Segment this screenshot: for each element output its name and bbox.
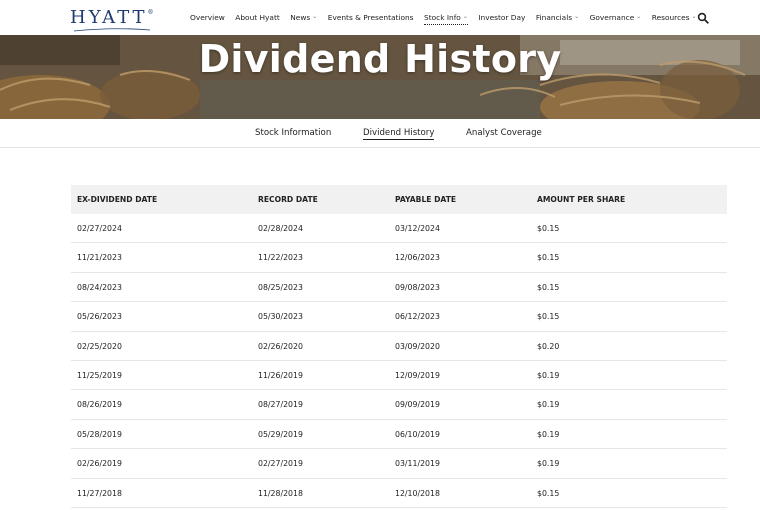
search-icon[interactable] xyxy=(697,12,709,24)
chevron-down-icon: ⌄ xyxy=(462,13,468,20)
record-date-cell: 02/26/2020 xyxy=(258,341,303,351)
nav-item-about-hyatt[interactable]: About Hyatt xyxy=(235,0,279,35)
chevron-down-icon: ⌄ xyxy=(636,13,642,20)
record-date-cell: 05/29/2019 xyxy=(258,429,303,439)
ex-dividend-date-cell: 08/24/2023 xyxy=(77,282,122,292)
nav-item-events-presentations[interactable]: Events & Presentations xyxy=(328,0,414,35)
payable-date-cell: 06/10/2019 xyxy=(395,429,440,439)
nav-item-governance[interactable]: Governance ⌄ xyxy=(590,0,642,35)
ex-dividend-date-cell: 08/26/2019 xyxy=(77,400,122,410)
table-row: 02/25/2020 02/26/2020 03/09/2020 $0.20 xyxy=(71,332,727,361)
payable-date-cell: 03/12/2024 xyxy=(395,224,440,233)
ex-dividend-date-cell: 11/25/2019 xyxy=(77,370,122,380)
site-header: HYATT® Overview About Hyatt News ⌄ Events & … xyxy=(0,0,760,35)
ex-dividend-date-cell: 11/27/2018 xyxy=(77,488,122,498)
nav-item-stock-info[interactable]: Stock Info ⌄ xyxy=(424,0,468,35)
ex-dividend-date-cell: 02/27/2024 xyxy=(77,224,122,233)
amount-per-share-cell: $0.19 xyxy=(537,370,560,380)
ex-dividend-date-cell: 05/28/2019 xyxy=(77,429,122,439)
amount-per-share-cell: $0.19 xyxy=(537,459,560,469)
page-title: Dividend History xyxy=(198,37,562,81)
record-date-cell: 08/27/2019 xyxy=(258,400,303,410)
logo-swoosh-icon xyxy=(73,28,151,32)
nav-item-news[interactable]: News ⌄ xyxy=(290,0,317,35)
payable-date-cell: 12/10/2018 xyxy=(395,488,440,498)
ex-dividend-date-cell: 11/21/2023 xyxy=(77,253,122,263)
amount-per-share-cell: $0.15 xyxy=(537,488,560,498)
record-date-cell: 11/28/2018 xyxy=(258,488,303,498)
chevron-down-icon: ⌄ xyxy=(691,13,697,20)
nav-item-label: Governance xyxy=(589,13,635,22)
nav-item-label: About Hyatt xyxy=(235,13,280,22)
table-row: 08/26/2019 08/27/2019 09/09/2019 $0.19 xyxy=(71,390,727,420)
amount-per-share-cell: $0.19 xyxy=(537,400,560,410)
dividend-table: EX-DIVIDEND DATE RECORD DATE PAYABLE DAT… xyxy=(71,185,727,508)
payable-date-cell: 12/09/2019 xyxy=(395,370,440,380)
table-row: 08/24/2023 08/25/2023 09/08/2023 $0.15 xyxy=(71,273,727,303)
nav-item-label: Events & Presentations xyxy=(327,13,414,22)
main-nav: Overview About Hyatt News ⌄ Events & Present… xyxy=(190,0,707,35)
chevron-down-icon: ⌄ xyxy=(312,13,318,20)
table-row: 02/27/2024 02/28/2024 03/12/2024 $0.15 xyxy=(71,214,727,244)
record-date-cell: 05/30/2023 xyxy=(258,312,303,322)
table-row: 05/26/2023 05/30/2023 06/12/2023 $0.15 xyxy=(71,302,727,332)
table-row: 11/25/2019 11/26/2019 12/09/2019 $0.19 xyxy=(71,361,727,391)
payable-date-cell: 09/08/2023 xyxy=(395,282,440,292)
ex-dividend-date-cell: 02/26/2019 xyxy=(77,459,122,469)
table-row: 05/28/2019 05/29/2019 06/10/2019 $0.19 xyxy=(71,420,727,450)
nav-item-label: Resources xyxy=(651,13,690,22)
header-ex-dividend-date: EX-DIVIDEND DATE xyxy=(77,195,158,204)
nav-item-financials[interactable]: Financials ⌄ xyxy=(536,0,579,35)
section-subnav: Stock Information Dividend History Analy… xyxy=(0,119,760,148)
logo-text: HYATT xyxy=(70,7,148,28)
table-row: 11/27/2018 11/28/2018 12/10/2018 $0.15 xyxy=(71,479,727,508)
header-record-date: RECORD DATE xyxy=(258,195,318,204)
header-payable-date: PAYABLE DATE xyxy=(395,195,457,204)
nav-item-label: Overview xyxy=(190,13,225,22)
payable-date-cell: 03/09/2020 xyxy=(395,341,440,351)
payable-date-cell: 09/09/2019 xyxy=(395,400,440,410)
amount-per-share-cell: $0.15 xyxy=(537,312,560,322)
table-row: 02/26/2019 02/27/2019 03/11/2019 $0.19 xyxy=(71,449,727,479)
hyatt-logo[interactable]: HYATT® xyxy=(70,7,154,32)
amount-per-share-cell: $0.15 xyxy=(537,282,560,292)
nav-item-overview[interactable]: Overview xyxy=(190,0,225,35)
amount-per-share-cell: $0.15 xyxy=(537,253,560,263)
payable-date-cell: 12/06/2023 xyxy=(395,253,440,263)
record-date-cell: 02/28/2024 xyxy=(258,224,303,233)
payable-date-cell: 06/12/2023 xyxy=(395,312,440,322)
record-date-cell: 11/22/2023 xyxy=(258,253,303,263)
table-row: 11/21/2023 11/22/2023 12/06/2023 $0.15 xyxy=(71,243,727,273)
nav-item-label: Investor Day xyxy=(478,13,526,22)
amount-per-share-cell: $0.20 xyxy=(537,341,560,351)
ex-dividend-date-cell: 05/26/2023 xyxy=(77,312,122,322)
record-date-cell: 11/26/2019 xyxy=(258,370,303,380)
table-header: EX-DIVIDEND DATE RECORD DATE PAYABLE DAT… xyxy=(71,185,727,214)
nav-item-investor-day[interactable]: Investor Day xyxy=(478,0,525,35)
chevron-down-icon: ⌄ xyxy=(574,13,580,20)
ex-dividend-date-cell: 02/25/2020 xyxy=(77,341,122,351)
subnav-stock-information[interactable]: Stock Information xyxy=(255,128,331,138)
hero-banner: Dividend History xyxy=(0,35,760,119)
subnav-analyst-coverage[interactable]: Analyst Coverage xyxy=(466,128,542,138)
nav-item-label: Financials xyxy=(535,13,573,22)
payable-date-cell: 03/11/2019 xyxy=(395,459,440,469)
header-amount-per-share: AMOUNT PER SHARE xyxy=(537,195,626,204)
nav-item-resources[interactable]: Resources ⌄ xyxy=(652,0,697,35)
amount-per-share-cell: $0.19 xyxy=(537,429,560,439)
table-body: 02/27/2024 02/28/2024 03/12/2024 $0.15 11/21… xyxy=(71,214,727,508)
amount-per-share-cell: $0.15 xyxy=(537,224,560,233)
record-date-cell: 02/27/2019 xyxy=(258,459,303,469)
record-date-cell: 08/25/2023 xyxy=(258,282,303,292)
nav-item-label: News xyxy=(290,13,311,22)
nav-item-label: Stock Info xyxy=(424,13,461,22)
subnav-dividend-history[interactable]: Dividend History xyxy=(363,128,435,140)
